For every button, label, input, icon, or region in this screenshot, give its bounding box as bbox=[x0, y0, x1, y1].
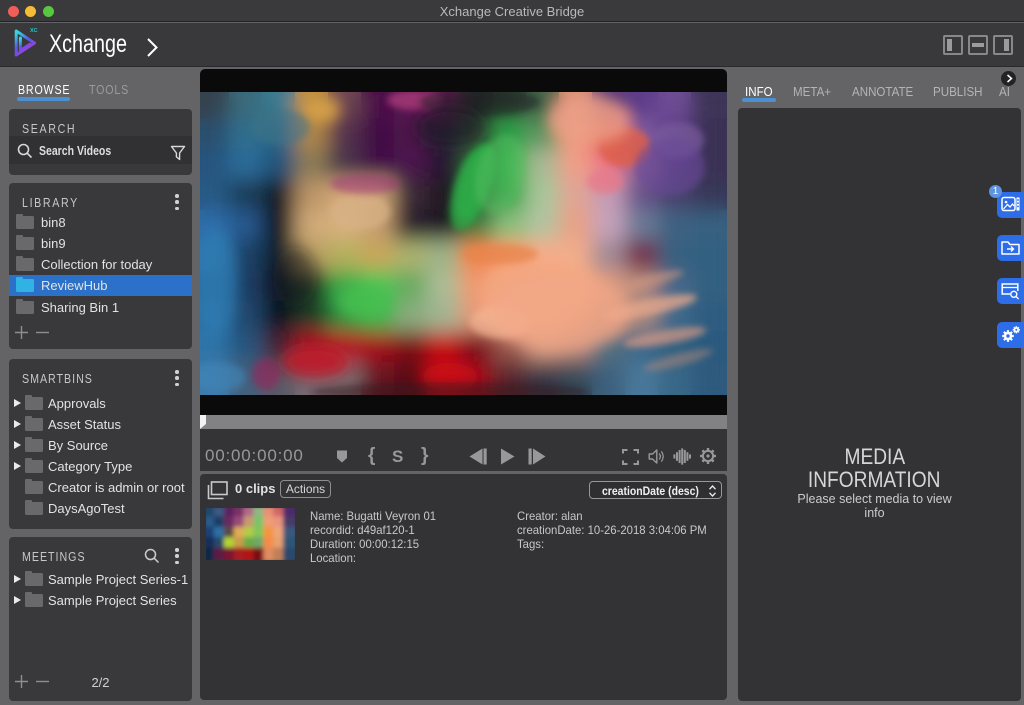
svg-text:XC: XC bbox=[30, 28, 38, 34]
